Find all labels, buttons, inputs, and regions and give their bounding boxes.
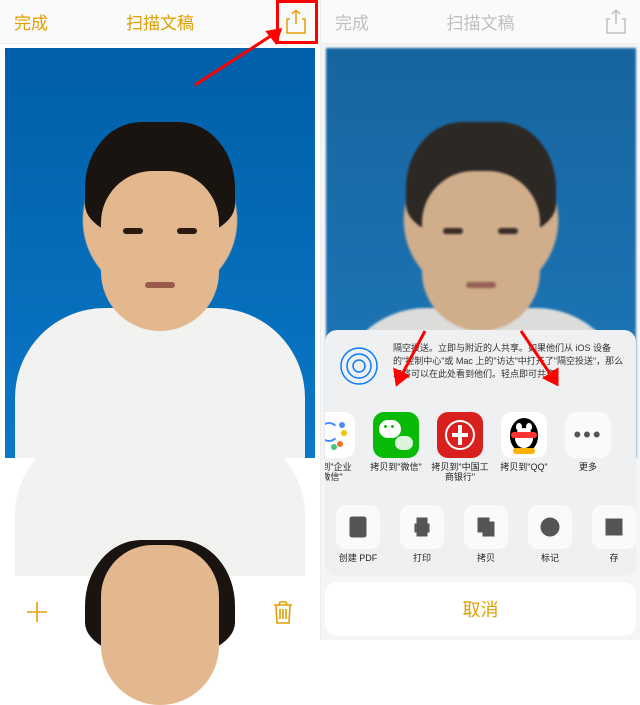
thumbnail-icon[interactable]: [143, 532, 177, 576]
thumbnail-row: [0, 524, 320, 584]
app-label: 拷贝到"中国工商银行": [431, 462, 488, 484]
app-enterprise-wechat[interactable]: 贝到"企业微信": [325, 412, 363, 484]
copy-icon: [464, 505, 508, 549]
action-copy[interactable]: 拷贝: [455, 505, 517, 564]
action-print[interactable]: 打印: [391, 505, 453, 564]
left-screen: 完成 扫描文稿: [0, 0, 320, 640]
action-markup[interactable]: 标记: [519, 505, 581, 564]
app-label: 拷贝到"微信": [370, 462, 421, 473]
airdrop-text: 隔空投送。立即与附近的人共享。如果他们从 iOS 设备的"控制中心"或 Mac …: [393, 342, 626, 381]
plus-icon: [24, 599, 50, 625]
header-left: 完成 扫描文稿: [0, 0, 320, 44]
right-screen: 完成 扫描文稿 隔空投送。立即与附近的人共享。如果他们从 iOS 设备的"控制中…: [320, 0, 640, 640]
highlight-box: [276, 0, 318, 44]
app-label: 更多: [579, 462, 597, 473]
share-sheet: 隔空投送。立即与附近的人共享。如果他们从 iOS 设备的"控制中心"或 Mac …: [325, 330, 636, 636]
app-more[interactable]: ••• 更多: [557, 412, 619, 484]
add-button[interactable]: [15, 590, 59, 634]
done-button[interactable]: 完成: [14, 9, 54, 34]
action-label: 存: [609, 553, 618, 564]
action-label: 打印: [413, 553, 431, 564]
scanned-photo[interactable]: [5, 48, 315, 458]
action-row: PDF 创建 PDF 打印 拷贝 标记 存: [325, 495, 636, 576]
enterprise-wechat-icon: [325, 412, 355, 458]
trash-icon: [270, 599, 296, 625]
app-label: 贝到"企业微信": [325, 462, 352, 484]
app-label: 拷贝到"QQ": [500, 462, 547, 473]
header-title: 扫描文稿: [54, 9, 266, 34]
pdf-icon: PDF: [336, 505, 380, 549]
save-icon: [592, 505, 636, 549]
action-save[interactable]: 存: [583, 505, 636, 564]
share-button-dim: [586, 10, 626, 34]
markup-icon: [528, 505, 572, 549]
action-create-pdf[interactable]: PDF 创建 PDF: [327, 505, 389, 564]
share-panel: 隔空投送。立即与附近的人共享。如果他们从 iOS 设备的"控制中心"或 Mac …: [325, 330, 636, 576]
share-icon: [606, 10, 626, 34]
airdrop-icon: [335, 342, 383, 390]
wechat-icon: [373, 412, 419, 458]
action-label: 拷贝: [477, 553, 495, 564]
cancel-button[interactable]: 取消: [325, 582, 636, 636]
done-button-dim: 完成: [335, 9, 375, 34]
svg-text:PDF: PDF: [351, 526, 365, 533]
airdrop-section[interactable]: 隔空投送。立即与附近的人共享。如果他们从 iOS 设备的"控制中心"或 Mac …: [325, 330, 636, 402]
header-right: 完成 扫描文稿: [321, 0, 640, 44]
app-wechat[interactable]: 拷贝到"微信": [365, 412, 427, 484]
more-icon: •••: [565, 412, 611, 458]
print-icon: [400, 505, 444, 549]
icbc-icon: [437, 412, 483, 458]
app-qq[interactable]: 拷贝到"QQ": [493, 412, 555, 484]
qq-icon: [501, 412, 547, 458]
action-label: 创建 PDF: [339, 553, 378, 564]
delete-button[interactable]: [261, 590, 305, 634]
app-share-row: 贝到"企业微信" 拷贝到"微信" 拷贝到"中国工商银行" 拷贝到"QQ: [325, 402, 636, 496]
action-label: 标记: [541, 553, 559, 564]
app-icbc[interactable]: 拷贝到"中国工商银行": [429, 412, 491, 484]
header-title-dim: 扫描文稿: [375, 9, 586, 34]
